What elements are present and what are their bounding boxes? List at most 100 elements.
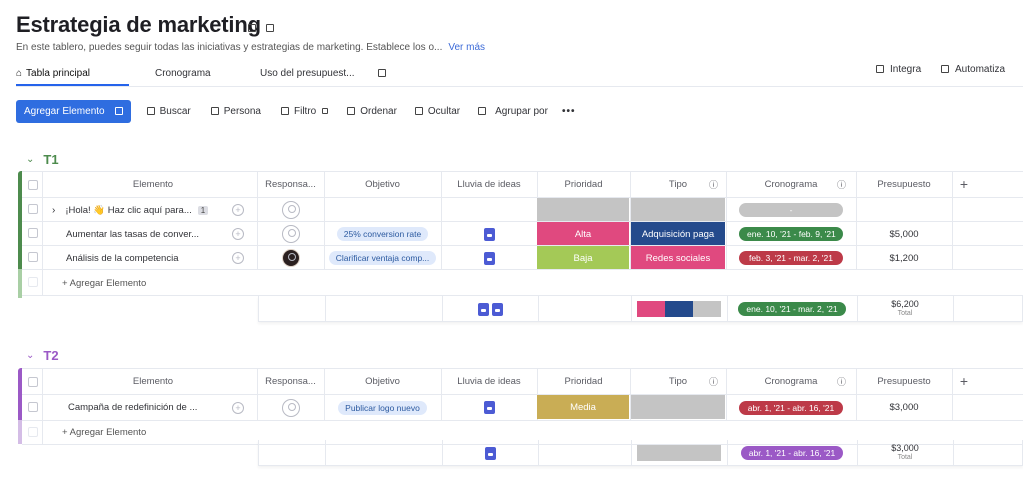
budget-summary[interactable]: $3,000 Total	[857, 440, 953, 466]
objective-cell[interactable]: 25% conversion rate	[324, 222, 441, 246]
info-icon[interactable]	[248, 23, 256, 32]
column-header-objective[interactable]: Objetivo	[324, 171, 441, 197]
ideas-cell[interactable]	[441, 222, 537, 246]
column-header-priority[interactable]: Prioridad	[537, 171, 630, 197]
row-checkbox[interactable]	[28, 204, 38, 214]
ideas-cell[interactable]	[441, 246, 537, 270]
search-button[interactable]: Buscar	[146, 106, 191, 117]
add-update-button[interactable]: +	[226, 222, 250, 246]
budget-cell[interactable]: $5,000	[856, 222, 952, 246]
hide-button[interactable]: Ocultar	[414, 106, 460, 117]
row-checkbox[interactable]	[28, 402, 38, 412]
info-icon[interactable]: ⓘ	[709, 375, 718, 388]
priority-cell[interactable]: Baja	[537, 246, 629, 270]
owner-cell[interactable]	[257, 395, 324, 420]
objective-tag[interactable]: Publicar logo nuevo	[338, 400, 427, 415]
column-header-budget[interactable]: Presupuesto	[856, 171, 952, 197]
objective-tag[interactable]: Clarificar ventaja comp...	[328, 251, 437, 265]
column-header-item[interactable]: Elemento	[48, 368, 258, 394]
filter-button[interactable]: Filtro	[280, 106, 333, 117]
timeline-summary[interactable]: ene. 10, '21 - mar. 2, '21	[727, 296, 857, 322]
add-update-button[interactable]: +	[226, 246, 250, 270]
column-header-ideas[interactable]: Lluvia de ideas	[441, 171, 537, 197]
column-header-type[interactable]: Tipo ⓘ	[630, 171, 726, 197]
info-icon[interactable]: ⓘ	[709, 178, 718, 191]
owner-cell[interactable]	[257, 246, 324, 270]
row-checkbox[interactable]	[28, 228, 38, 238]
ideas-summary[interactable]	[442, 440, 538, 466]
owner-cell[interactable]	[257, 222, 324, 246]
item-name[interactable]: Campaña de redefinición de ...	[68, 395, 218, 420]
subitem-count-badge[interactable]: 1	[197, 205, 209, 215]
add-column-button[interactable]: +	[952, 368, 976, 394]
item-name[interactable]: ¡Hola! 👋 Haz clic aquí para...	[65, 205, 191, 216]
add-view-button[interactable]	[378, 64, 386, 86]
column-header-owner[interactable]: Responsa...	[257, 171, 324, 197]
objective-tag[interactable]: 25% conversion rate	[336, 227, 429, 241]
person-filter-button[interactable]: Persona	[210, 106, 261, 117]
priority-cell[interactable]: Alta	[537, 222, 629, 246]
group-header-t1[interactable]: ⌄ T1	[26, 152, 59, 167]
group-by-button[interactable]: Agrupar por	[478, 106, 548, 117]
group-title[interactable]: T1	[43, 152, 58, 167]
ideas-cell[interactable]	[441, 395, 537, 420]
info-icon[interactable]: ⓘ	[837, 375, 846, 388]
timeline-pill[interactable]: feb. 3, '21 - mar. 2, '21	[739, 251, 843, 265]
column-header-item[interactable]: Elemento	[48, 171, 258, 197]
budget-summary[interactable]: $6,200 Total	[857, 296, 953, 322]
see-more-link[interactable]: Ver más	[448, 42, 485, 53]
doc-icon[interactable]	[483, 401, 495, 414]
add-update-button[interactable]: +	[226, 395, 250, 420]
objective-cell[interactable]: Publicar logo nuevo	[324, 395, 441, 420]
ideas-summary[interactable]	[442, 296, 538, 322]
timeline-cell[interactable]: ene. 10, '21 - feb. 9, '21	[726, 222, 856, 246]
timeline-summary[interactable]: abr. 1, '21 - abr. 16, '21	[727, 440, 857, 466]
add-item-row[interactable]: + Agregar Elemento	[62, 270, 182, 296]
board-title[interactable]: Estrategia de marketing	[16, 12, 261, 38]
info-icon[interactable]: ⓘ	[837, 178, 846, 191]
column-header-timeline[interactable]: Cronograma ⓘ	[726, 171, 856, 197]
chevron-down-icon[interactable]: ⌄	[26, 154, 34, 165]
owner-cell[interactable]	[257, 198, 324, 222]
item-name[interactable]: Análisis de la competencia	[66, 246, 216, 270]
type-cell[interactable]	[631, 198, 725, 222]
add-column-button[interactable]: +	[952, 171, 976, 197]
timeline-cell[interactable]: -	[726, 198, 856, 222]
type-distribution-bar[interactable]	[631, 296, 727, 322]
timeline-pill[interactable]: abr. 1, '21 - abr. 16, '21	[739, 400, 843, 415]
column-header-objective[interactable]: Objetivo	[324, 368, 441, 394]
add-item-button[interactable]: Agregar Elemento	[16, 99, 131, 123]
budget-cell[interactable]: $1,200	[856, 246, 952, 270]
tab-main-table[interactable]: ⌂ Tabla principal	[16, 64, 129, 86]
sort-button[interactable]: Ordenar	[347, 106, 397, 117]
column-header-ideas[interactable]: Lluvia de ideas	[441, 368, 537, 394]
item-name[interactable]: Aumentar las tasas de conver...	[66, 222, 216, 246]
more-options-button[interactable]: •••	[562, 106, 576, 117]
column-header-type[interactable]: Tipo ⓘ	[630, 368, 726, 394]
group-title[interactable]: T2	[43, 348, 58, 363]
dropdown-icon[interactable]	[114, 107, 123, 115]
group-header-t2[interactable]: ⌄ T2	[26, 348, 59, 363]
timeline-pill[interactable]: -	[739, 203, 843, 217]
type-cell[interactable]: Redes sociales	[631, 246, 725, 270]
type-cell[interactable]	[631, 395, 725, 419]
add-update-button[interactable]: +	[226, 198, 250, 222]
column-header-budget[interactable]: Presupuesto	[856, 368, 952, 394]
priority-cell[interactable]: Media	[537, 395, 629, 419]
integrate-button[interactable]: Integra	[876, 64, 921, 76]
column-header-priority[interactable]: Prioridad	[537, 368, 630, 394]
row-checkbox[interactable]	[28, 252, 38, 262]
chevron-down-icon[interactable]: ⌄	[26, 350, 34, 361]
type-distribution-bar[interactable]	[631, 440, 727, 466]
doc-icon[interactable]	[483, 251, 495, 265]
type-cell[interactable]: Adquisición paga	[631, 222, 725, 246]
star-icon[interactable]	[266, 23, 274, 32]
timeline-pill[interactable]: ene. 10, '21 - feb. 9, '21	[739, 227, 843, 241]
select-all-checkbox[interactable]	[28, 180, 38, 190]
priority-cell[interactable]	[537, 198, 629, 222]
timeline-cell[interactable]: abr. 1, '21 - abr. 16, '21	[726, 395, 856, 420]
budget-cell[interactable]: $3,000	[856, 395, 952, 420]
automate-button[interactable]: Automatiza	[941, 64, 1005, 76]
add-item-row[interactable]: + Agregar Elemento	[62, 420, 182, 444]
doc-icon[interactable]	[483, 227, 495, 241]
